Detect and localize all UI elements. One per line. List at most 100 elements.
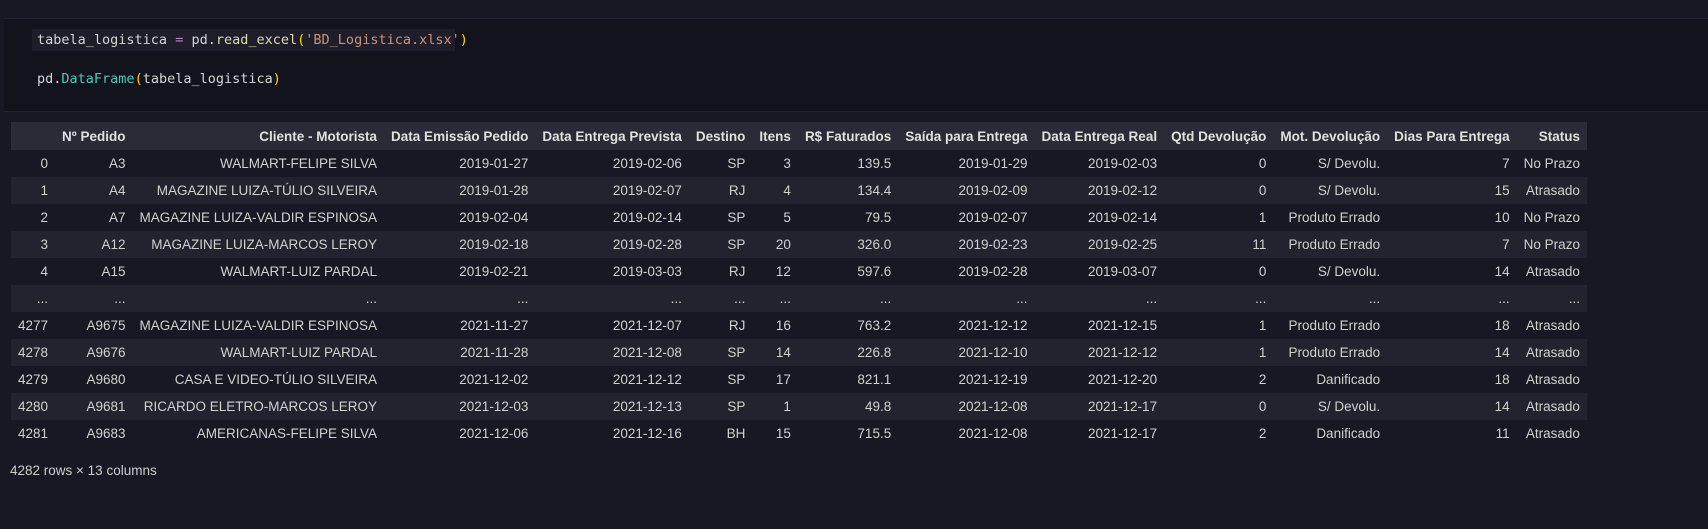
table-cell: MAGAZINE LUIZA-TÚLIO SILVEIRA: [132, 177, 385, 204]
table-cell: 2021-11-28: [384, 339, 536, 366]
table-cell: RICARDO ELETRO-MARCOS LEROY: [132, 393, 385, 420]
table-cell: Atrasado: [1516, 312, 1587, 339]
table-cell: ...: [1516, 285, 1587, 312]
table-cell: ...: [797, 285, 899, 312]
column-header: Status: [1516, 122, 1587, 150]
table-cell: A7: [55, 204, 133, 231]
table-cell: SP: [688, 150, 753, 177]
table-header-row: Nº Pedido Cliente - Motorista Data Emissão…: [11, 122, 1587, 150]
table-cell: S/ Devolu.: [1273, 393, 1388, 420]
column-header: Data Emissão Pedido: [384, 122, 536, 150]
code-line-1[interactable]: tabela_logistica = pd.read_excel('BD_Log…: [37, 31, 468, 49]
table-row: 4277 A9675 MAGAZINE LUIZA-VALDIR ESPINOSA 2…: [11, 312, 1587, 339]
column-header: Itens: [752, 122, 798, 150]
table-cell: A15: [55, 258, 133, 285]
table-cell: Danificado: [1273, 366, 1388, 393]
table-cell: MAGAZINE LUIZA-MARCOS LEROY: [132, 231, 385, 258]
table-cell: 2021-12-08: [898, 420, 1035, 447]
row-index-cell: 4279: [11, 366, 56, 393]
row-index-cell: 1: [11, 177, 56, 204]
table-cell: WALMART-LUIZ PARDAL: [132, 339, 385, 366]
row-index-cell: 0: [11, 150, 56, 177]
table-cell: 20: [752, 231, 798, 258]
table-cell: Atrasado: [1516, 393, 1587, 420]
table-cell: 2019-02-12: [1034, 177, 1165, 204]
table-cell: 2019-01-28: [384, 177, 536, 204]
table-cell: 2019-02-23: [898, 231, 1035, 258]
table-cell: Produto Errado: [1273, 339, 1388, 366]
code-cell[interactable]: tabela_logistica = pd.read_excel('BD_Log…: [4, 18, 1708, 112]
table-cell: 2019-01-29: [898, 150, 1035, 177]
table-cell: 2019-01-27: [384, 150, 536, 177]
table-cell: 14: [1387, 393, 1517, 420]
table-cell: 326.0: [797, 231, 899, 258]
table-cell: 2021-12-12: [1034, 339, 1165, 366]
table-cell: AMERICANAS-FELIPE SILVA: [132, 420, 385, 447]
row-index-cell: 4: [11, 258, 56, 285]
table-cell: 11: [1387, 420, 1517, 447]
table-cell: 2019-02-09: [898, 177, 1035, 204]
table-cell: A12: [55, 231, 133, 258]
table-cell: A3: [55, 150, 133, 177]
table-cell: 15: [752, 420, 798, 447]
table-cell: 2019-02-03: [1034, 150, 1165, 177]
table-cell: 2019-02-07: [535, 177, 689, 204]
table-cell: 821.1: [797, 366, 899, 393]
table-cell: 139.5: [797, 150, 899, 177]
table-cell: 5: [752, 204, 798, 231]
table-cell: 0: [1164, 393, 1274, 420]
table-cell: 18: [1387, 366, 1517, 393]
table-cell: SP: [688, 339, 753, 366]
table-cell: Produto Errado: [1273, 312, 1388, 339]
table-cell: 49.8: [797, 393, 899, 420]
table-row: 0 A3 WALMART-FELIPE SILVA 2019-01-27 2019-02…: [11, 150, 1587, 177]
table-cell: 2021-12-07: [535, 312, 689, 339]
table-cell: 7: [1387, 150, 1517, 177]
table-cell: 0: [1164, 177, 1274, 204]
table-cell: SP: [688, 366, 753, 393]
table-cell: 2019-02-21: [384, 258, 536, 285]
table-cell: 79.5: [797, 204, 899, 231]
table-cell: 2019-02-25: [1034, 231, 1165, 258]
table-cell: RJ: [688, 312, 753, 339]
table-cell: 18: [1387, 312, 1517, 339]
table-cell: 12: [752, 258, 798, 285]
table-cell: S/ Devolu.: [1273, 150, 1388, 177]
column-header: Dias Para Entrega: [1387, 122, 1517, 150]
table-cell: 2021-12-19: [898, 366, 1035, 393]
table-cell: WALMART-FELIPE SILVA: [132, 150, 385, 177]
table-cell: CASA E VIDEO-TÚLIO SILVEIRA: [132, 366, 385, 393]
table-cell: 2021-12-12: [898, 312, 1035, 339]
table-cell: 2021-12-06: [384, 420, 536, 447]
table-cell: ...: [55, 285, 133, 312]
table-cell: Danificado: [1273, 420, 1388, 447]
row-index-cell: 4277: [11, 312, 56, 339]
row-index-cell: ...: [11, 285, 56, 312]
dataframe-shape-info: 4282 rows × 13 columns: [10, 463, 157, 478]
code-line-2[interactable]: pd.DataFrame(tabela_logistica): [37, 70, 281, 88]
table-cell: 763.2: [797, 312, 899, 339]
table-cell: A9683: [55, 420, 133, 447]
table-cell: 11: [1164, 231, 1274, 258]
table-cell: 1: [1164, 204, 1274, 231]
table-cell: 2: [1164, 366, 1274, 393]
table-cell: 2021-12-02: [384, 366, 536, 393]
table-cell: RJ: [688, 258, 753, 285]
table-cell: 2021-12-20: [1034, 366, 1165, 393]
table-cell: 2019-03-03: [535, 258, 689, 285]
table-cell: 2019-02-18: [384, 231, 536, 258]
row-index-cell: 4281: [11, 420, 56, 447]
table-cell: ...: [384, 285, 536, 312]
table-cell: Atrasado: [1516, 258, 1587, 285]
table-cell: Produto Errado: [1273, 231, 1388, 258]
column-header: Cliente - Motorista: [132, 122, 385, 150]
table-cell: 715.5: [797, 420, 899, 447]
table-cell: 2021-12-08: [898, 393, 1035, 420]
code-string-arg: 'BD_Logistica.xlsx': [305, 32, 460, 48]
table-cell: 4: [752, 177, 798, 204]
code-variable: tabela_logistica: [37, 32, 168, 48]
table-row: 4278 A9676 WALMART-LUIZ PARDAL 2021-11-28 20…: [11, 339, 1587, 366]
code-module: pd: [37, 71, 54, 87]
index-header: [11, 122, 56, 150]
column-header: Nº Pedido: [55, 122, 133, 150]
